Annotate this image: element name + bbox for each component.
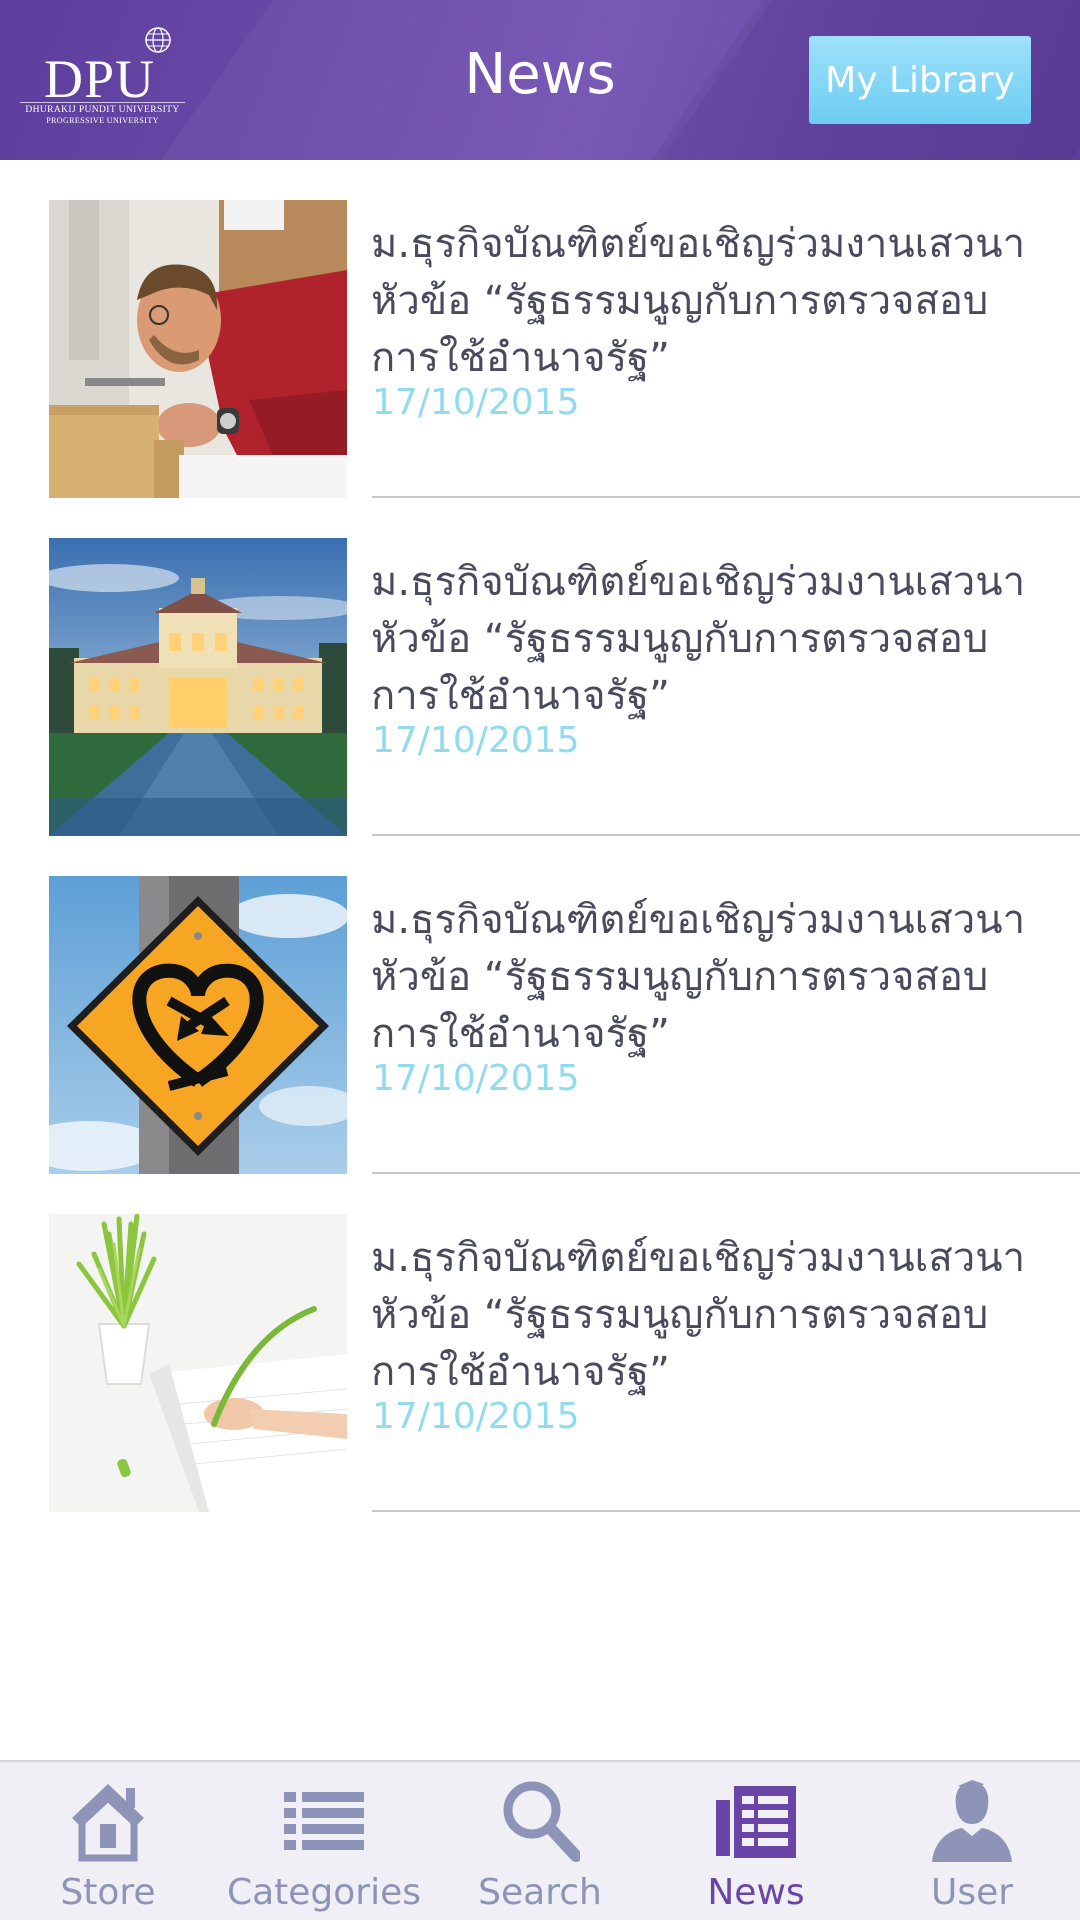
news-thumbnail (49, 538, 347, 836)
grass-pen-notebook-image (49, 1214, 347, 1512)
tab-label: Search (478, 1872, 602, 1913)
news-date: 17/10/2015 (372, 1058, 580, 1099)
magnifier-icon (503, 1781, 580, 1862)
tab-news[interactable]: News (648, 1762, 864, 1920)
heart-road-sign-image (49, 876, 347, 1174)
news-title[interactable]: ม.ธุรกิจบัณฑิตย์ขอเชิญร่วมงานเสวนา หัวข้… (371, 1230, 1051, 1401)
news-date: 17/10/2015 (372, 1396, 580, 1437)
news-date: 17/10/2015 (372, 382, 580, 423)
tab-label: News (707, 1872, 805, 1913)
my-library-button[interactable]: My Library (809, 36, 1031, 124)
news-item[interactable]: ม.ธุรกิจบัณฑิตย์ขอเชิญร่วมงานเสวนา หัวข้… (0, 498, 1080, 836)
tab-store[interactable]: Store (0, 1762, 216, 1920)
list-icon (284, 1792, 364, 1850)
news-title[interactable]: ม.ธุรกิจบัณฑิตย์ขอเชิญร่วมงานเสวนา หัวข้… (371, 216, 1051, 387)
logo-tagline: PROGRESSIVE UNIVERSITY (46, 116, 159, 125)
tab-categories[interactable]: Categories (216, 1762, 432, 1920)
tab-user[interactable]: User (864, 1762, 1080, 1920)
palace-at-dusk-image (49, 538, 347, 836)
newspaper-icon (716, 1786, 796, 1858)
house-icon (72, 1784, 144, 1862)
tab-search[interactable]: Search (432, 1762, 648, 1920)
news-title[interactable]: ม.ธุรกิจบัณฑิตย์ขอเชิญร่วมงานเสวนา หัวข้… (371, 892, 1051, 1063)
news-date: 17/10/2015 (372, 720, 580, 761)
news-item[interactable]: ม.ธุรกิจบัณฑิตย์ขอเชิญร่วมงานเสวนา หัวข้… (0, 160, 1080, 498)
news-thumbnail (49, 200, 347, 498)
tab-label: Categories (226, 1872, 422, 1913)
news-item[interactable]: ม.ธุรกิจบัณฑิตย์ขอเชิญร่วมงานเสวนา หัวข้… (0, 1174, 1080, 1512)
man-woodworking-image (49, 200, 347, 498)
divider (372, 1510, 1080, 1512)
tab-label: Store (60, 1872, 156, 1913)
news-thumbnail (49, 876, 347, 1174)
person-icon (932, 1780, 1012, 1862)
news-thumbnail (49, 1214, 347, 1512)
app-header: DPU DHURAKIJ PUNDIT UNIVERSITY PROGRESSI… (0, 0, 1080, 160)
news-item[interactable]: ม.ธุรกิจบัณฑิตย์ขอเชิญร่วมงานเสวนา หัวข้… (0, 836, 1080, 1174)
tab-label: User (930, 1872, 1014, 1913)
bottom-tab-bar: Store Categories Search News User (0, 1760, 1080, 1920)
news-title[interactable]: ม.ธุรกิจบัณฑิตย์ขอเชิญร่วมงานเสวนา หัวข้… (371, 554, 1051, 725)
